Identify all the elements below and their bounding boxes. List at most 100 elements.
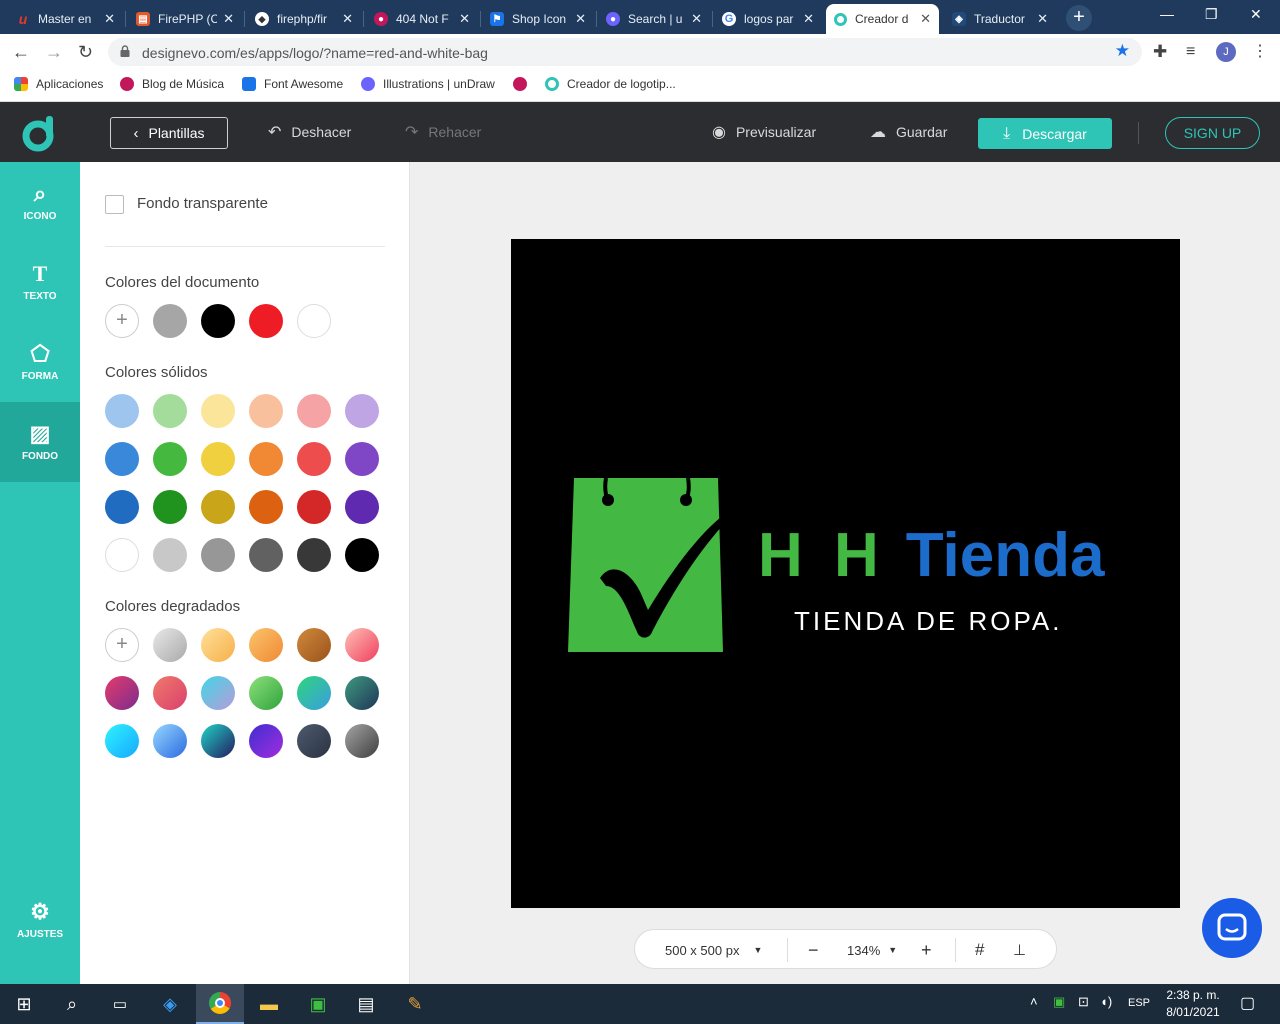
network-icon[interactable]: ⊡	[1078, 994, 1089, 1010]
save-button[interactable]: ☁ Guardar	[870, 102, 947, 162]
add-gradient-button[interactable]: +	[105, 628, 139, 662]
paint-icon[interactable]: ✎	[391, 984, 439, 1024]
bookmark-apps[interactable]: Aplicaciones	[14, 77, 103, 91]
terminal-green-icon[interactable]: ▣	[294, 984, 342, 1024]
solid-color-swatch[interactable]	[249, 538, 283, 572]
bookmark-star-icon[interactable]: ★	[1115, 41, 1130, 61]
doc-color-swatch[interactable]	[201, 304, 235, 338]
solid-color-swatch[interactable]	[345, 490, 379, 524]
gradient-color-swatch[interactable]	[201, 628, 235, 662]
solid-color-swatch[interactable]	[105, 442, 139, 476]
forward-icon[interactable]: →	[45, 43, 63, 61]
solid-color-swatch[interactable]	[345, 538, 379, 572]
task-view-icon[interactable]: ▭	[96, 984, 144, 1024]
align-icon[interactable]: ⊥	[1013, 930, 1026, 970]
solid-color-swatch[interactable]	[249, 394, 283, 428]
tab-firephp[interactable]: ▤ FirePHP (C ✕	[128, 4, 242, 34]
command-prompt-icon[interactable]: ▤	[342, 984, 390, 1024]
tab-404[interactable]: ● 404 Not F ✕	[366, 4, 478, 34]
gradient-color-swatch[interactable]	[201, 676, 235, 710]
gradient-color-swatch[interactable]	[153, 676, 187, 710]
solid-color-swatch[interactable]	[249, 490, 283, 524]
solid-color-swatch[interactable]	[297, 394, 331, 428]
close-tab-icon[interactable]: ✕	[459, 11, 470, 27]
shopping-bag-check-icon[interactable]	[566, 474, 756, 654]
tab-traductor[interactable]: ◈ Traductor ✕	[944, 4, 1056, 34]
bookmark-creador-logotip[interactable]: Creador de logotip...	[545, 77, 676, 91]
back-icon[interactable]: ←	[12, 43, 30, 61]
tab-google-logos[interactable]: G logos par ✕	[714, 4, 822, 34]
solid-color-swatch[interactable]	[105, 394, 139, 428]
search-icon[interactable]: ⌕	[48, 984, 96, 1024]
tab-shop-icon[interactable]: ⚑ Shop Icon ✕	[482, 4, 594, 34]
gradient-color-swatch[interactable]	[345, 628, 379, 662]
logo-brand-text[interactable]: H H Tienda	[758, 520, 1104, 591]
tab-search-undraw[interactable]: ● Search | u ✕	[598, 4, 710, 34]
notifications-icon[interactable]: ▢	[1240, 993, 1255, 1013]
media-control-icon[interactable]: ≡	[1186, 43, 1195, 61]
chat-launcher-button[interactable]	[1202, 898, 1262, 958]
doc-color-swatch[interactable]	[153, 304, 187, 338]
restore-icon[interactable]: ❐	[1205, 6, 1218, 23]
doc-color-swatch[interactable]	[297, 304, 331, 338]
gradient-color-swatch[interactable]	[345, 724, 379, 758]
doc-color-swatch[interactable]	[249, 304, 283, 338]
bookmark-dribbble[interactable]	[513, 77, 535, 91]
tab-creador-active[interactable]: Creador d ✕	[826, 4, 939, 34]
gradient-color-swatch[interactable]	[105, 676, 139, 710]
zoom-out-button[interactable]: −	[808, 930, 819, 970]
undo-button[interactable]: ↶ Deshacer	[268, 102, 351, 162]
solid-color-swatch[interactable]	[153, 490, 187, 524]
chevron-up-icon[interactable]: ˄	[1030, 994, 1038, 1009]
new-tab-button[interactable]: +	[1066, 5, 1092, 31]
download-button[interactable]: ⤓ Descargar	[978, 118, 1112, 149]
kebab-menu-icon[interactable]: ⋮	[1252, 43, 1268, 61]
sidebar-item-icono[interactable]: ⌕ ICONO	[0, 162, 80, 242]
tab-master[interactable]: u Master en ✕	[8, 4, 123, 34]
vscode-icon[interactable]: ◈	[146, 984, 194, 1024]
solid-color-swatch[interactable]	[249, 442, 283, 476]
app-tray-icon[interactable]: ▣	[1053, 994, 1065, 1010]
tab-github-firephp[interactable]: ◆ firephp/fir ✕	[247, 4, 361, 34]
solid-color-swatch[interactable]	[105, 490, 139, 524]
gradient-color-swatch[interactable]	[249, 628, 283, 662]
minimize-icon[interactable]: —	[1160, 6, 1174, 22]
close-tab-icon[interactable]: ✕	[691, 11, 702, 27]
add-doc-color-button[interactable]: +	[105, 304, 139, 338]
solid-color-swatch[interactable]	[345, 442, 379, 476]
reload-icon[interactable]: ↻	[78, 43, 93, 61]
profile-avatar[interactable]: J	[1216, 42, 1236, 62]
close-tab-icon[interactable]: ✕	[223, 11, 234, 27]
gradient-color-swatch[interactable]	[105, 724, 139, 758]
close-window-icon[interactable]: ✕	[1250, 6, 1262, 23]
sidebar-item-texto[interactable]: T TEXTO	[0, 242, 80, 322]
zoom-level-select[interactable]: 134% ▼	[847, 930, 897, 970]
file-explorer-icon[interactable]: ▬	[245, 984, 293, 1024]
solid-color-swatch[interactable]	[297, 538, 331, 572]
templates-button[interactable]: ‹ Plantillas	[110, 117, 228, 149]
gradient-color-swatch[interactable]	[297, 676, 331, 710]
gradient-color-swatch[interactable]	[249, 676, 283, 710]
signup-button[interactable]: SIGN UP	[1165, 117, 1260, 149]
gradient-color-swatch[interactable]	[201, 724, 235, 758]
close-tab-icon[interactable]: ✕	[575, 11, 586, 27]
windows-start-icon[interactable]: ⊞	[0, 984, 48, 1024]
close-tab-icon[interactable]: ✕	[1037, 11, 1048, 27]
solid-color-swatch[interactable]	[201, 442, 235, 476]
gradient-color-swatch[interactable]	[297, 628, 331, 662]
transparent-background-checkbox[interactable]	[105, 195, 124, 214]
close-tab-icon[interactable]: ✕	[803, 11, 814, 27]
solid-color-swatch[interactable]	[345, 394, 379, 428]
sidebar-item-fondo[interactable]: ▨ FONDO	[0, 402, 80, 482]
gradient-color-swatch[interactable]	[297, 724, 331, 758]
chrome-icon[interactable]	[196, 984, 244, 1024]
url-bar[interactable]: designevo.com/es/apps/logo/?name=red-and…	[108, 38, 1142, 66]
gradient-color-swatch[interactable]	[153, 724, 187, 758]
solid-color-swatch[interactable]	[201, 490, 235, 524]
solid-color-swatch[interactable]	[297, 442, 331, 476]
gradient-color-swatch[interactable]	[249, 724, 283, 758]
bookmark-blog-musica[interactable]: Blog de Música	[120, 77, 224, 91]
grid-icon[interactable]: #	[975, 930, 984, 970]
sidebar-item-forma[interactable]: ⬠ FORMA	[0, 322, 80, 402]
sidebar-item-ajustes[interactable]: ⚙ AJUSTES	[0, 880, 80, 960]
